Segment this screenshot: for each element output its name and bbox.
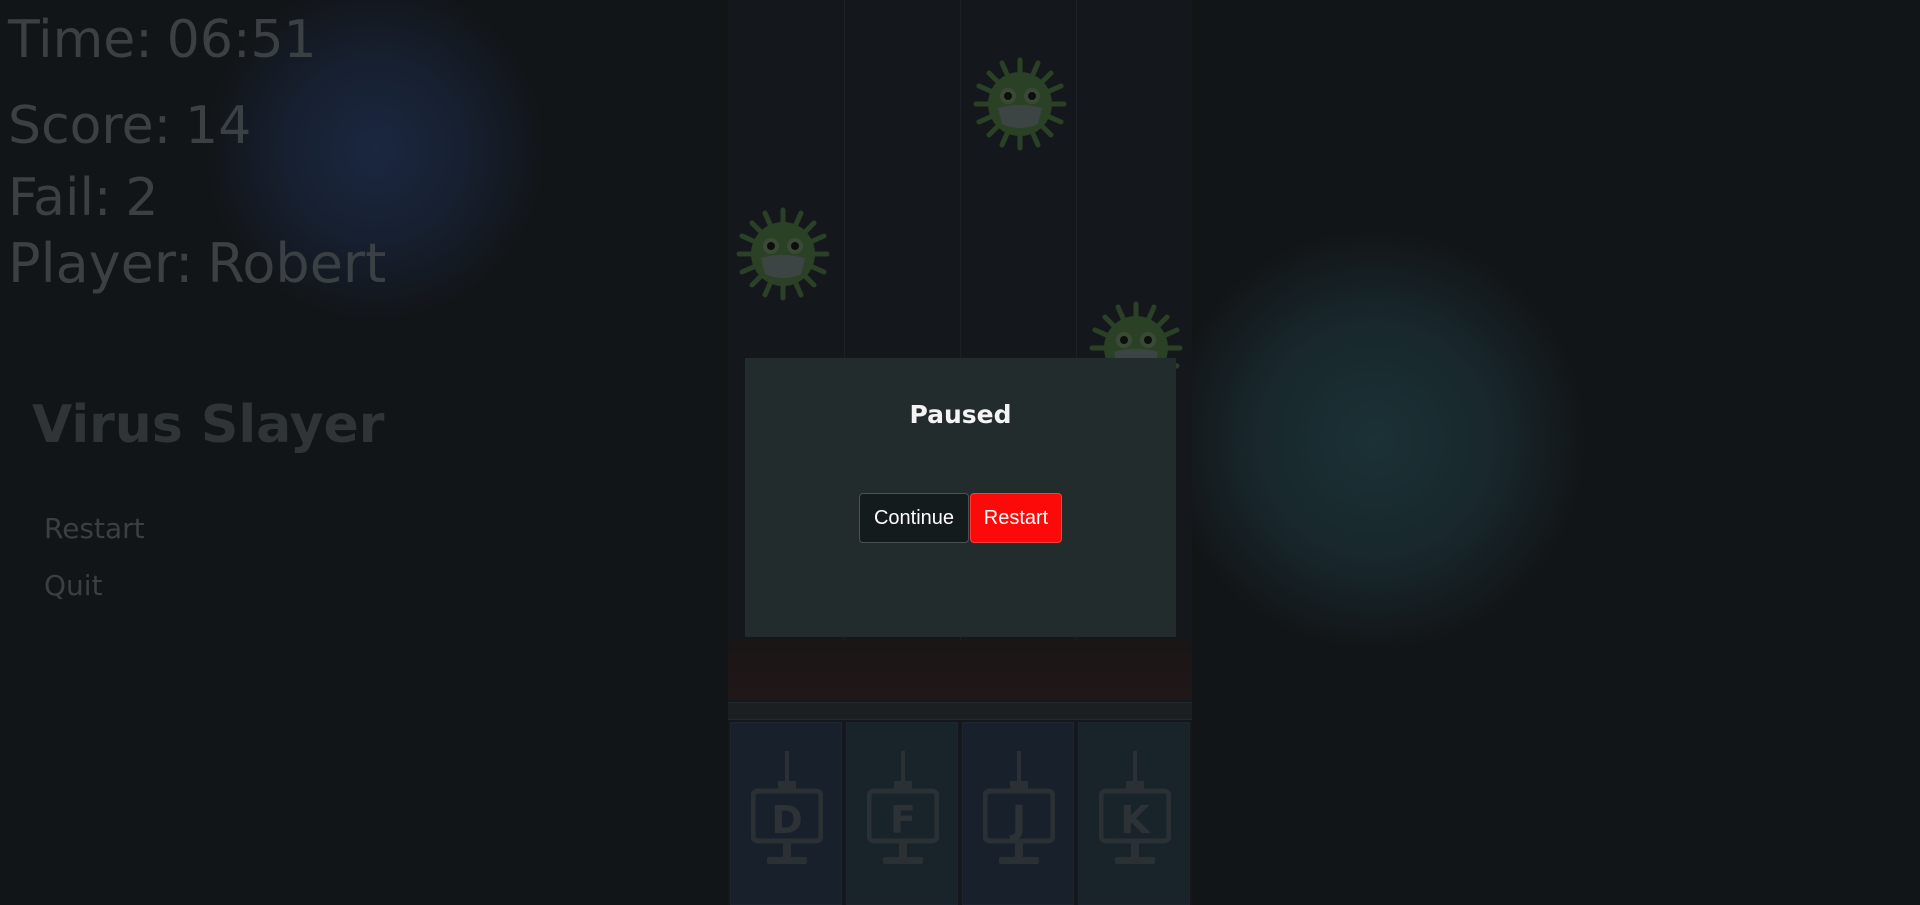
- hit-line: [728, 702, 1192, 720]
- player-label: Player:: [8, 232, 194, 295]
- fail-label: Fail:: [8, 168, 112, 228]
- side-menu: Restart Quit: [44, 510, 145, 624]
- score-value: 14: [185, 96, 252, 156]
- key-letter: J: [1011, 798, 1027, 842]
- key-slot-k[interactable]: K: [1078, 722, 1190, 905]
- key-letter: K: [1120, 798, 1150, 842]
- time-value: 06:51: [166, 10, 317, 70]
- side-menu-quit[interactable]: Quit: [44, 567, 145, 624]
- masked-virus-icon[interactable]: [972, 56, 1068, 152]
- time-label: Time:: [8, 10, 153, 70]
- score-display: Score: 14: [8, 96, 251, 156]
- masked-virus-icon[interactable]: [735, 206, 831, 302]
- key-slot-d[interactable]: D: [730, 722, 842, 905]
- pause-title: Paused: [909, 400, 1012, 429]
- key-letter: D: [771, 798, 803, 842]
- restart-button[interactable]: Restart: [970, 493, 1062, 543]
- key-slot-j[interactable]: J: [962, 722, 1074, 905]
- key-letter: F: [890, 798, 916, 842]
- continue-button[interactable]: Continue: [859, 493, 969, 543]
- game-screen: Time: 06:51 Score: 14 Fail: 2 Player: Robert…: [0, 0, 1920, 905]
- player-display: Player: Robert: [8, 232, 386, 295]
- danger-zone: [728, 640, 1192, 700]
- side-menu-restart[interactable]: Restart: [44, 510, 145, 567]
- player-name: Robert: [207, 232, 387, 295]
- key-slot-f[interactable]: F: [846, 722, 958, 905]
- score-label: Score:: [8, 96, 172, 156]
- time-display: Time: 06:51: [8, 10, 317, 70]
- game-title: Virus Slayer: [32, 395, 385, 455]
- fail-value: 2: [125, 168, 159, 228]
- fail-display: Fail: 2: [8, 168, 159, 228]
- pause-dialog: Paused Continue Restart: [745, 358, 1176, 637]
